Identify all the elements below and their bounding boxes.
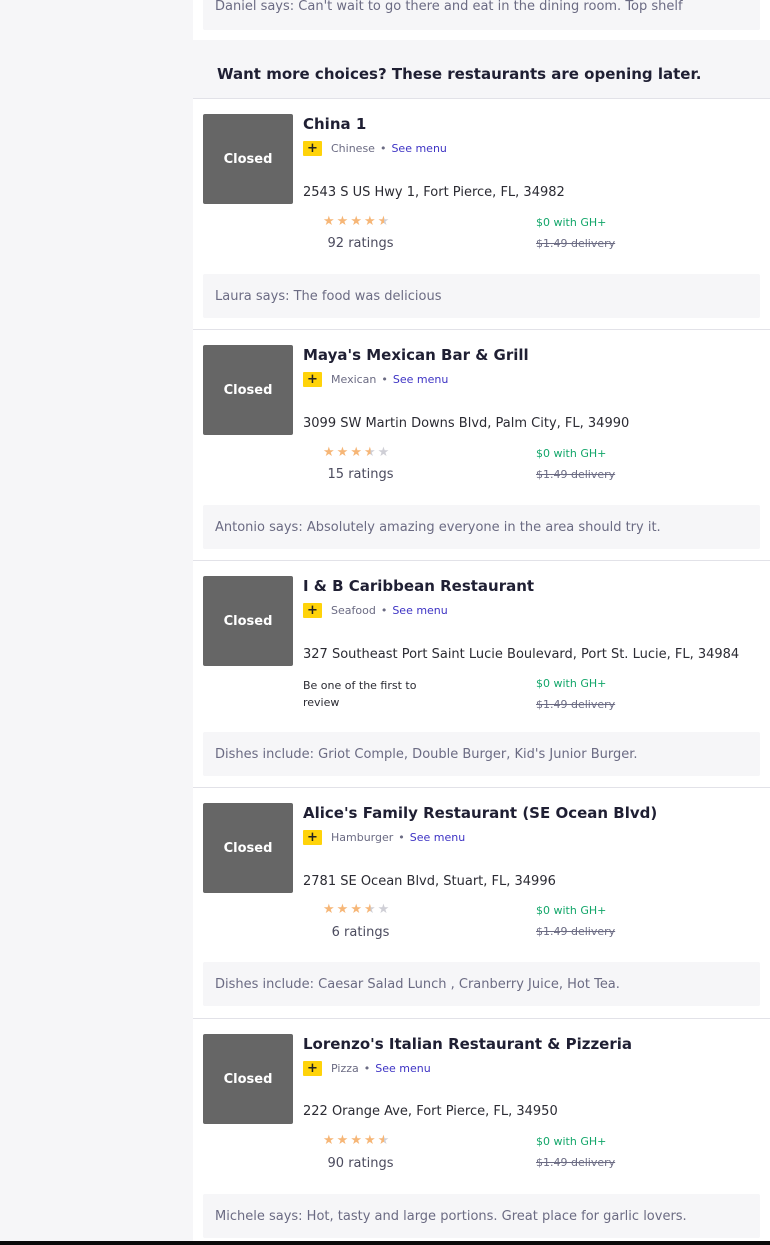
review-quote: Laura says: The food was delicious bbox=[203, 274, 760, 318]
dishes-include: Dishes include: Griot Comple, Double Bur… bbox=[203, 732, 760, 776]
see-menu-link[interactable]: See menu bbox=[392, 604, 447, 617]
review-snippet: Daniel says: Can't wait to go there and … bbox=[203, 0, 760, 30]
first-review-prompt[interactable]: Be one of the first to review bbox=[303, 677, 433, 711]
delivery-fee: $1.49 delivery bbox=[536, 237, 616, 250]
left-sidebar-background bbox=[0, 0, 193, 1245]
cuisine-label: Pizza bbox=[331, 1061, 359, 1075]
cuisine-label: Chinese bbox=[331, 141, 375, 155]
restaurant-meta: + Hamburger • See menu bbox=[303, 829, 465, 845]
star-icon: ★ bbox=[323, 1133, 335, 1148]
star-icon: ★ bbox=[363, 1133, 376, 1148]
cuisine-label: Seafood bbox=[331, 603, 376, 617]
star-icon: ★ bbox=[377, 445, 390, 460]
star-icon: ★ bbox=[350, 445, 362, 460]
gh-plus-price: $0 with GH+ bbox=[536, 677, 607, 690]
restaurant-meta: + Chinese • See menu bbox=[303, 140, 447, 156]
see-menu-link[interactable]: See menu bbox=[393, 373, 448, 386]
restaurant-name[interactable]: China 1 bbox=[303, 115, 366, 133]
grubhub-plus-icon: + bbox=[303, 140, 322, 156]
restaurant-card[interactable]: Closed Maya's Mexican Bar & Grill + Mexi… bbox=[193, 330, 770, 561]
restaurant-card[interactable]: Closed I & B Caribbean Restaurant + Seaf… bbox=[193, 561, 770, 788]
star-rating: ★ ★ ★ ★ ★ bbox=[323, 903, 389, 917]
delivery-fee: $1.49 delivery bbox=[536, 925, 616, 938]
closed-status-tile[interactable]: Closed bbox=[203, 576, 293, 666]
star-icon: ★ bbox=[377, 902, 390, 917]
gh-plus-price: $0 with GH+ bbox=[536, 216, 607, 229]
star-icon: ★ bbox=[323, 445, 335, 460]
separator-dot: • bbox=[381, 372, 388, 386]
separator-dot: • bbox=[380, 603, 388, 617]
restaurant-meta: + Mexican • See menu bbox=[303, 371, 448, 387]
delivery-fee: $1.49 delivery bbox=[536, 1156, 616, 1169]
gh-plus-price: $0 with GH+ bbox=[536, 904, 607, 917]
cuisine-label: Mexican bbox=[331, 372, 377, 386]
closed-status-tile[interactable]: Closed bbox=[203, 114, 293, 204]
star-icon: ★ bbox=[336, 445, 349, 460]
separator-dot: • bbox=[398, 830, 405, 844]
restaurant-meta: + Pizza • See menu bbox=[303, 1060, 431, 1076]
grubhub-plus-icon: + bbox=[303, 602, 322, 618]
star-icon: ★ bbox=[350, 214, 362, 229]
restaurant-address: 2543 S US Hwy 1, Fort Pierce, FL, 34982 bbox=[303, 185, 565, 200]
bottom-edge-bar bbox=[0, 1241, 770, 1245]
opening-later-heading: Want more choices? These restaurants are… bbox=[193, 40, 770, 99]
closed-status-tile[interactable]: Closed bbox=[203, 803, 293, 893]
star-icon: ★ bbox=[350, 1133, 362, 1148]
star-icon: ★ bbox=[363, 445, 376, 460]
delivery-fee: $1.49 delivery bbox=[536, 698, 616, 711]
cuisine-label: Hamburger bbox=[331, 830, 394, 844]
see-menu-link[interactable]: See menu bbox=[375, 1062, 430, 1075]
see-menu-link[interactable]: See menu bbox=[391, 142, 446, 155]
star-icon: ★ bbox=[323, 902, 335, 917]
ratings-count: 92 ratings bbox=[327, 236, 394, 251]
grubhub-plus-icon: + bbox=[303, 371, 322, 387]
closed-status-tile[interactable]: Closed bbox=[203, 1034, 293, 1124]
gh-plus-price: $0 with GH+ bbox=[536, 1135, 607, 1148]
restaurant-name[interactable]: Lorenzo's Italian Restaurant & Pizzeria bbox=[303, 1035, 632, 1053]
star-icon: ★ bbox=[377, 1133, 390, 1148]
review-quote: Antonio says: Absolutely amazing everyon… bbox=[203, 505, 760, 549]
star-icon: ★ bbox=[336, 902, 349, 917]
grubhub-plus-icon: + bbox=[303, 829, 322, 845]
closed-status-tile[interactable]: Closed bbox=[203, 345, 293, 435]
review-quote: Michele says: Hot, tasty and large porti… bbox=[203, 1194, 760, 1238]
delivery-fee: $1.49 delivery bbox=[536, 468, 616, 481]
restaurant-address: 2781 SE Ocean Blvd, Stuart, FL, 34996 bbox=[303, 874, 556, 889]
gh-plus-price: $0 with GH+ bbox=[536, 447, 607, 460]
restaurant-name[interactable]: Alice's Family Restaurant (SE Ocean Blvd… bbox=[303, 804, 657, 822]
ratings-count: 15 ratings bbox=[327, 467, 394, 482]
ratings-count: 90 ratings bbox=[327, 1156, 394, 1171]
separator-dot: • bbox=[379, 141, 387, 155]
restaurant-address: 327 Southeast Port Saint Lucie Boulevard… bbox=[303, 647, 740, 662]
restaurant-card[interactable]: Closed Lorenzo's Italian Restaurant & Pi… bbox=[193, 1019, 770, 1245]
restaurant-card[interactable]: Closed Alice's Family Restaurant (SE Oce… bbox=[193, 788, 770, 1019]
restaurant-name[interactable]: Maya's Mexican Bar & Grill bbox=[303, 346, 529, 364]
restaurant-address: 222 Orange Ave, Fort Pierce, FL, 34950 bbox=[303, 1104, 558, 1119]
dishes-include: Dishes include: Caesar Salad Lunch , Cra… bbox=[203, 962, 760, 1006]
star-rating: ★ ★ ★ ★ ★ bbox=[323, 1134, 389, 1148]
star-icon: ★ bbox=[336, 1133, 349, 1148]
restaurant-address: 3099 SW Martin Downs Blvd, Palm City, FL… bbox=[303, 416, 630, 431]
star-icon: ★ bbox=[363, 214, 376, 229]
star-icon: ★ bbox=[377, 214, 390, 229]
separator-dot: • bbox=[363, 1061, 371, 1075]
star-rating: ★ ★ ★ ★ ★ bbox=[323, 446, 389, 460]
restaurant-list: Daniel says: Can't wait to go there and … bbox=[193, 0, 770, 1245]
star-icon: ★ bbox=[350, 902, 362, 917]
see-menu-link[interactable]: See menu bbox=[410, 831, 465, 844]
restaurant-meta: + Seafood • See menu bbox=[303, 602, 448, 618]
restaurant-card[interactable]: Closed China 1 + Chinese • See menu 2543… bbox=[193, 99, 770, 330]
star-icon: ★ bbox=[336, 214, 349, 229]
star-icon: ★ bbox=[363, 902, 376, 917]
restaurant-name[interactable]: I & B Caribbean Restaurant bbox=[303, 577, 534, 595]
grubhub-plus-icon: + bbox=[303, 1060, 322, 1076]
star-icon: ★ bbox=[323, 214, 335, 229]
star-rating: ★ ★ ★ ★ ★ bbox=[323, 215, 389, 229]
ratings-count: 6 ratings bbox=[331, 925, 390, 940]
